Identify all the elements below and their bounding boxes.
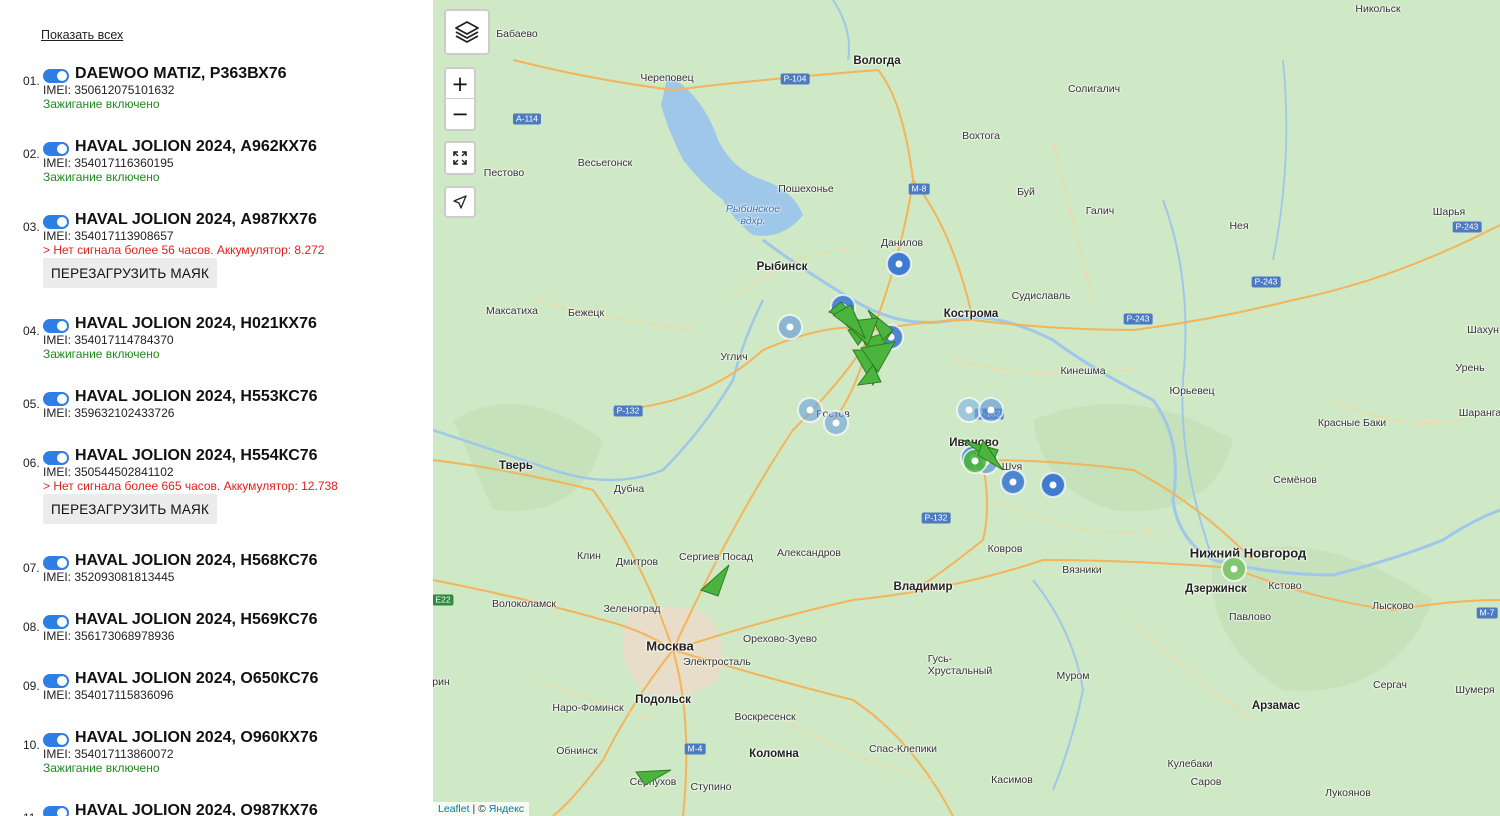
vehicle-status: Зажигание включено <box>43 97 160 111</box>
locate-button[interactable] <box>444 186 476 218</box>
vehicle-number: 08. <box>23 620 40 634</box>
vehicle-imei: IMEI: 354017113860072 <box>43 747 174 761</box>
toggle-knob <box>57 321 67 331</box>
vehicle-position-marker[interactable] <box>886 251 912 277</box>
vehicle-visibility-toggle[interactable] <box>43 451 69 465</box>
vehicle-number: 10. <box>23 738 40 752</box>
reboot-beacon-button[interactable]: ПЕРЕЗАГРУЗИТЬ МАЯК <box>43 494 218 524</box>
attribution-separator: | © <box>469 803 489 815</box>
vehicle-imei: IMEI: 352093081813445 <box>43 570 175 584</box>
toggle-knob <box>57 808 67 816</box>
toggle-knob <box>57 453 67 463</box>
vehicle-visibility-toggle[interactable] <box>43 674 69 688</box>
vehicle-title[interactable]: HAVAL JOLION 2024, А987КХ76 <box>75 211 317 229</box>
vehicle-imei: IMEI: 350612075101632 <box>43 83 175 97</box>
vehicle-title[interactable]: HAVAL JOLION 2024, О650КС76 <box>75 670 318 688</box>
toggle-knob <box>57 676 67 686</box>
vehicle-markers-layer <box>635 251 1247 786</box>
layers-button[interactable] <box>444 9 490 55</box>
vehicle-position-marker[interactable] <box>956 397 982 423</box>
layers-icon <box>455 21 479 43</box>
map-view[interactable]: Бабаево Никольск Череповец Вологда Солигалич… <box>433 0 1500 816</box>
zoom-control: + − <box>444 67 476 131</box>
vehicle-title[interactable]: HAVAL JOLION 2024, Н569КС76 <box>75 611 318 629</box>
vehicle-position-marker[interactable] <box>978 397 1004 423</box>
vehicle-status: Зажигание включено <box>43 170 160 184</box>
vehicle-imei: IMEI: 354017114784370 <box>43 333 174 347</box>
yandex-link[interactable]: Яндекс <box>489 803 524 815</box>
zoom-in-button[interactable]: + <box>446 69 474 99</box>
vehicle-heading-arrow[interactable] <box>700 564 730 597</box>
toggle-knob <box>57 617 67 627</box>
vehicle-title[interactable]: HAVAL JOLION 2024, А962КХ76 <box>75 138 317 156</box>
fullscreen-icon <box>453 151 467 165</box>
vehicle-title[interactable]: HAVAL JOLION 2024, О960КХ76 <box>75 729 318 747</box>
vehicle-visibility-toggle[interactable] <box>43 733 69 747</box>
vehicle-status: > Нет сигнала более 56 часов. Аккумулято… <box>43 243 325 257</box>
vehicle-visibility-toggle[interactable] <box>43 556 69 570</box>
vehicle-imei: IMEI: 359632102433726 <box>43 406 175 420</box>
zoom-out-button[interactable]: − <box>446 99 474 129</box>
fullscreen-button[interactable] <box>444 141 476 175</box>
vehicle-imei: IMEI: 350544502841102 <box>43 465 174 479</box>
vehicle-imei: IMEI: 354017116360195 <box>43 156 174 170</box>
vehicle-visibility-toggle[interactable] <box>43 319 69 333</box>
vehicle-imei: IMEI: 354017115836096 <box>43 688 174 702</box>
vehicle-position-marker[interactable] <box>823 410 849 436</box>
vehicle-imei: IMEI: 354017113908657 <box>43 229 174 243</box>
vehicle-position-marker[interactable] <box>1000 469 1026 495</box>
vehicle-status: Зажигание включено <box>43 347 160 361</box>
vehicle-title[interactable]: HAVAL JOLION 2024, О987КХ76 <box>75 802 318 816</box>
vehicle-status: > Нет сигнала более 665 часов. Аккумулят… <box>43 479 338 493</box>
vehicle-visibility-toggle[interactable] <box>43 615 69 629</box>
vehicle-position-marker[interactable] <box>797 397 823 423</box>
vehicle-number: 11. <box>23 811 39 816</box>
vehicle-visibility-toggle[interactable] <box>43 142 69 156</box>
toggle-knob <box>57 71 67 81</box>
vehicle-number: 06. <box>23 456 40 470</box>
vehicle-title[interactable]: HAVAL JOLION 2024, Н553КС76 <box>75 388 318 406</box>
toggle-knob <box>57 144 67 154</box>
vehicle-number: 05. <box>23 397 40 411</box>
vehicle-status: Зажигание включено <box>43 761 160 775</box>
vehicle-number: 02. <box>23 147 40 161</box>
vehicle-visibility-toggle[interactable] <box>43 806 69 816</box>
vehicle-visibility-toggle[interactable] <box>43 215 69 229</box>
reboot-beacon-button[interactable]: ПЕРЕЗАГРУЗИТЬ МАЯК <box>43 258 218 288</box>
vehicle-title[interactable]: HAVAL JOLION 2024, Н568КС76 <box>75 552 318 570</box>
vehicle-title[interactable]: HAVAL JOLION 2024, Н021КХ76 <box>75 315 317 333</box>
toggle-knob <box>57 217 67 227</box>
vehicle-title[interactable]: DAEWOO MATIZ, Р363ВХ76 <box>75 65 287 83</box>
vehicle-title[interactable]: HAVAL JOLION 2024, Н554КС76 <box>75 447 318 465</box>
map-attribution: Leaflet | © Яндекс <box>433 802 530 816</box>
vehicle-number: 04. <box>23 324 40 338</box>
vehicle-number: 07. <box>23 561 40 575</box>
vehicle-number: 01. <box>23 74 40 88</box>
leaflet-link[interactable]: Leaflet <box>438 803 470 815</box>
vehicle-number: 03. <box>23 220 40 234</box>
vehicle-imei: IMEI: 356173068978936 <box>43 629 175 643</box>
vehicle-position-marker[interactable] <box>777 314 803 340</box>
vehicle-visibility-toggle[interactable] <box>43 392 69 406</box>
vehicle-position-marker[interactable] <box>1221 556 1247 582</box>
vehicle-visibility-toggle[interactable] <box>43 69 69 83</box>
show-all-link[interactable]: Показать всех <box>41 28 123 42</box>
toggle-knob <box>57 735 67 745</box>
vehicle-sidebar: Показать всех 01. DAEWOO MATIZ, Р363ВХ76 I… <box>0 0 433 816</box>
toggle-knob <box>57 394 67 404</box>
locate-icon <box>453 195 467 209</box>
toggle-knob <box>57 558 67 568</box>
vehicle-position-marker[interactable] <box>1040 472 1066 498</box>
vehicle-number: 09. <box>23 679 40 693</box>
vehicle-heading-arrow[interactable] <box>635 769 672 786</box>
